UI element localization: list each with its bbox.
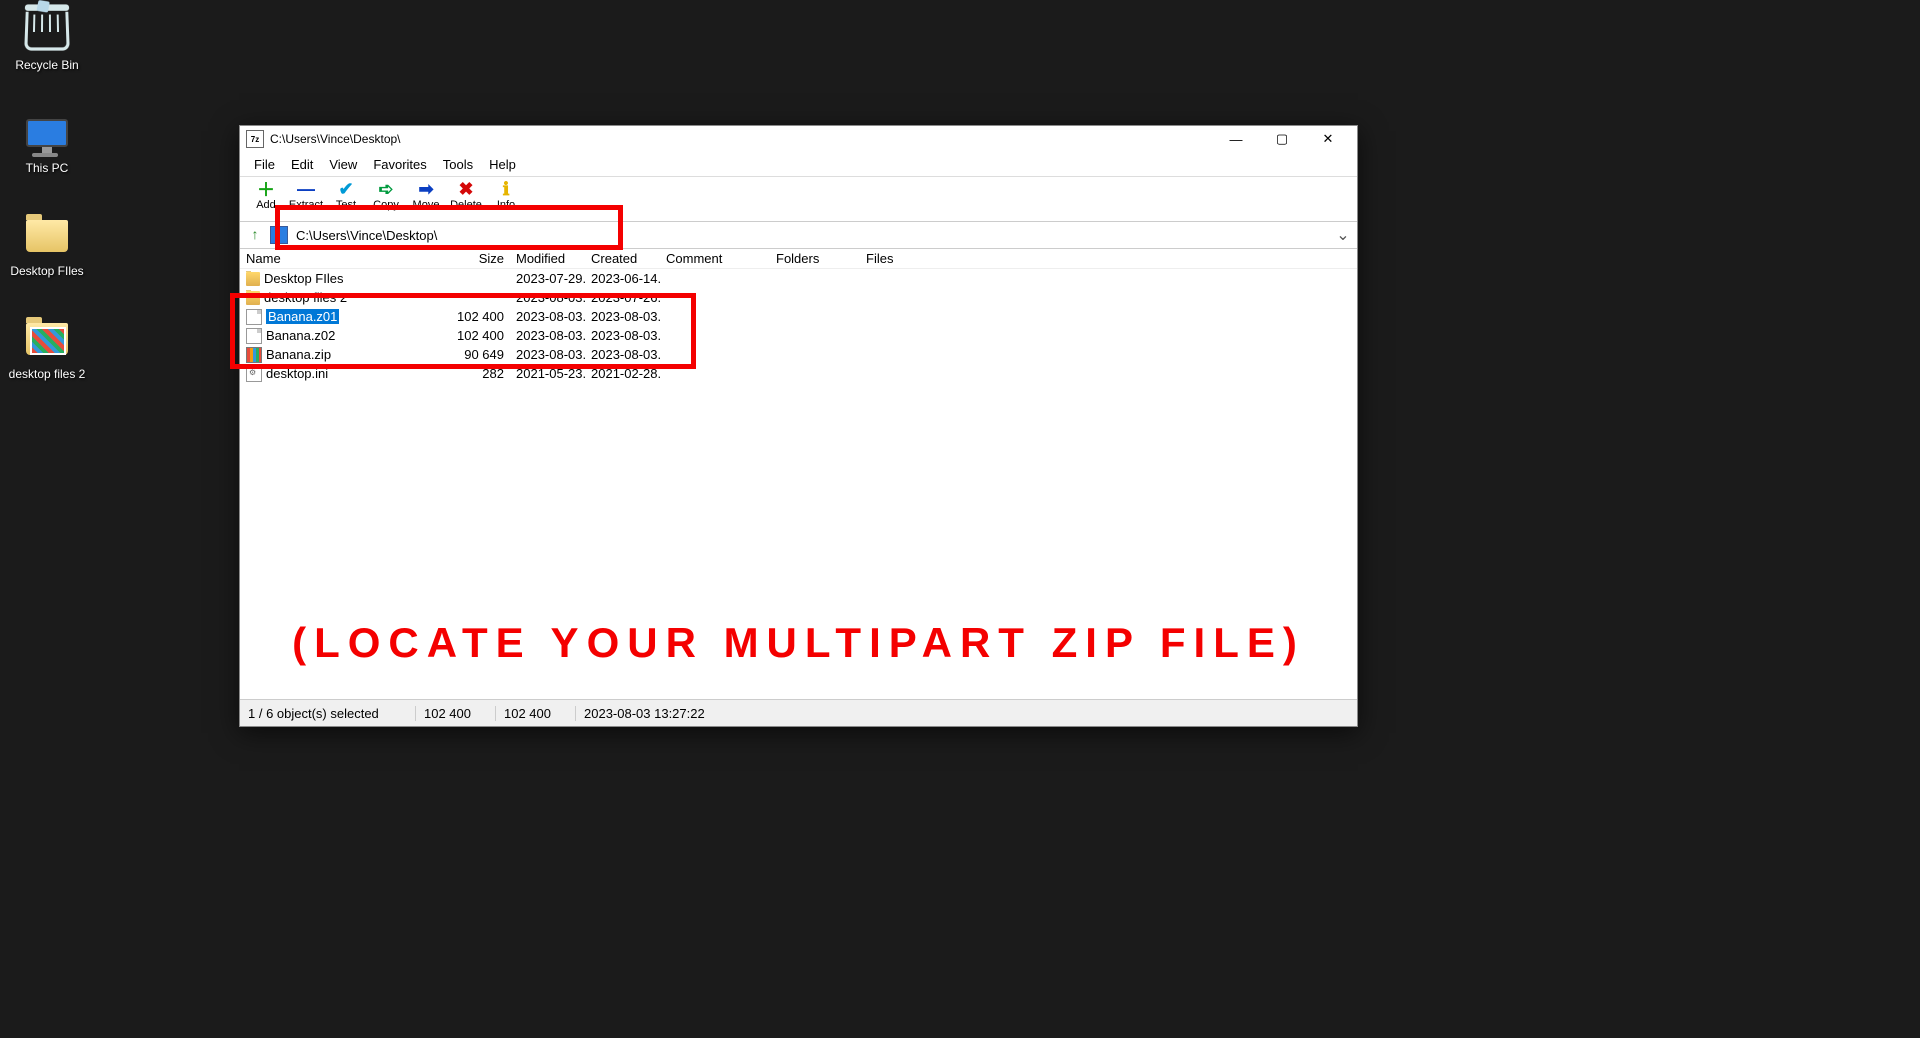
desktop: Recycle Bin This PC Desktop FIles desktop f… [0, 0, 1920, 1038]
desktop-icon-label: Recycle Bin [7, 58, 87, 72]
folder-icon [246, 272, 260, 286]
file-row[interactable]: Banana.z01102 4002023-08-03...2023-08-03… [240, 307, 1357, 326]
column-size[interactable]: Size [440, 251, 510, 266]
this-pc-icon [23, 109, 71, 157]
status-size1: 102 400 [415, 706, 495, 721]
file-name: Desktop FIles [264, 271, 343, 286]
column-files[interactable]: Files [860, 251, 940, 266]
settings-file-icon [246, 366, 262, 382]
extract-icon: — [286, 179, 326, 199]
column-comment[interactable]: Comment [660, 251, 770, 266]
status-size2: 102 400 [495, 706, 575, 721]
menu-help[interactable]: Help [481, 155, 524, 174]
recycle-bin-icon [23, 6, 71, 54]
test-icon: ✔ [326, 179, 366, 199]
menu-tools[interactable]: Tools [435, 155, 481, 174]
file-row[interactable]: Desktop FIles2023-07-29...2023-06-14... [240, 269, 1357, 288]
file-row[interactable]: Banana.zip90 6492023-08-03...2023-08-03.… [240, 345, 1357, 364]
toolbar-info-button[interactable]: ℹInfo [486, 179, 526, 211]
archive-icon [246, 347, 262, 363]
toolbar-extract-button[interactable]: —Extract [286, 179, 326, 211]
file-row[interactable]: desktop.ini2822021-05-23...2021-02-28... [240, 364, 1357, 383]
window-title: C:\Users\Vince\Desktop\ [270, 132, 401, 146]
toolbar-test-button[interactable]: ✔Test [326, 179, 366, 211]
menu-edit[interactable]: Edit [283, 155, 321, 174]
menubar: FileEditViewFavoritesToolsHelp [240, 152, 1357, 177]
menu-view[interactable]: View [321, 155, 365, 174]
address-bar-row: ↑ ⌄ [240, 222, 1357, 249]
menu-file[interactable]: File [246, 155, 283, 174]
toolbar: ＋Add—Extract✔Test➪Copy➡Move✖DeleteℹInfo [240, 177, 1357, 222]
desktop-icon-this-pc[interactable]: This PC [7, 109, 87, 175]
minimize-button[interactable]: — [1213, 126, 1259, 152]
column-folders[interactable]: Folders [770, 251, 860, 266]
toolbar-delete-button[interactable]: ✖Delete [446, 179, 486, 211]
column-created[interactable]: Created [585, 251, 660, 266]
close-button[interactable]: ✕ [1305, 126, 1351, 152]
desktop-files-icon [23, 212, 71, 260]
desktop-icon-desktop-files[interactable]: Desktop FIles [7, 212, 87, 278]
copy-icon: ➪ [366, 179, 406, 199]
file-name: desktop.ini [266, 366, 328, 381]
up-folder-button[interactable]: ↑ [246, 226, 264, 244]
file-row[interactable]: Banana.z02102 4002023-08-03...2023-08-03… [240, 326, 1357, 345]
file-name: Banana.zip [266, 347, 331, 362]
file-row[interactable]: desktop files 22023-08-03...2023-07-26..… [240, 288, 1357, 307]
file-list: NameSizeModifiedCreatedCommentFoldersFil… [240, 249, 1357, 699]
delete-icon: ✖ [446, 179, 486, 199]
desktop-icon-label: desktop files 2 [7, 367, 87, 381]
titlebar[interactable]: 7z C:\Users\Vince\Desktop\ — ▢ ✕ [240, 126, 1357, 152]
address-input[interactable] [294, 224, 1335, 246]
add-icon: ＋ [246, 179, 286, 199]
file-name: Banana.z01 [266, 309, 339, 324]
file-icon [246, 328, 262, 344]
drive-icon [270, 226, 288, 244]
status-timestamp: 2023-08-03 13:27:22 [575, 706, 1357, 721]
toolbar-move-button[interactable]: ➡Move [406, 179, 446, 211]
file-icon [246, 309, 262, 325]
file-name: desktop files 2 [264, 290, 347, 305]
file-name: Banana.z02 [266, 328, 335, 343]
desktop-icon-desktop-files-2[interactable]: desktop files 2 [7, 315, 87, 381]
menu-favorites[interactable]: Favorites [365, 155, 434, 174]
app-icon: 7z [246, 130, 264, 148]
column-header-row[interactable]: NameSizeModifiedCreatedCommentFoldersFil… [240, 249, 1357, 269]
status-selection: 1 / 6 object(s) selected [240, 706, 415, 721]
desktop-icon-label: Desktop FIles [7, 264, 87, 278]
address-dropdown-button[interactable]: ⌄ [1335, 225, 1351, 245]
info-icon: ℹ [486, 179, 526, 199]
toolbar-add-button[interactable]: ＋Add [246, 179, 286, 211]
move-icon: ➡ [406, 179, 446, 199]
toolbar-copy-button[interactable]: ➪Copy [366, 179, 406, 211]
desktop-icon-recycle-bin[interactable]: Recycle Bin [7, 6, 87, 72]
sevenzip-window: 7z C:\Users\Vince\Desktop\ — ▢ ✕ FileEdi… [239, 125, 1358, 727]
desktop-files-2-icon [23, 315, 71, 363]
desktop-icon-label: This PC [7, 161, 87, 175]
maximize-button[interactable]: ▢ [1259, 126, 1305, 152]
annotation-text: (LOCATE YOUR MULTIPART ZIP FILE) [270, 619, 1327, 667]
status-bar: 1 / 6 object(s) selected 102 400 102 400… [240, 699, 1357, 726]
column-name[interactable]: Name [240, 251, 440, 266]
column-modified[interactable]: Modified [510, 251, 585, 266]
folder-icon [246, 291, 260, 305]
